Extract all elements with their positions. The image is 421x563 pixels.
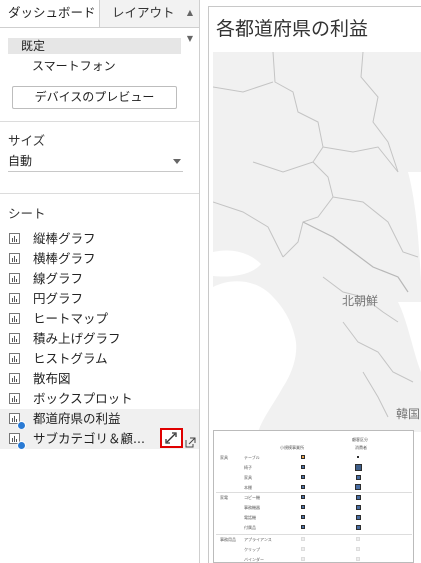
table-group-label: 家電 bbox=[220, 495, 228, 500]
sheet-item-stacked[interactable]: 積み上げグラフ bbox=[0, 329, 199, 349]
table-row-label: テーブル bbox=[244, 455, 260, 460]
table-col2-subheader: 消費者 bbox=[355, 445, 367, 450]
sheet-item-label: 散布図 bbox=[33, 371, 71, 386]
tab-scroll-icon[interactable]: ▲ ▼ bbox=[187, 0, 193, 52]
sheet-item-label: ヒストグラム bbox=[33, 351, 108, 366]
table-row-label: 電話機 bbox=[244, 515, 256, 520]
sheet-item-histogram[interactable]: ヒストグラム bbox=[0, 349, 199, 369]
sheet-item-scatter[interactable]: 散布図 bbox=[0, 369, 199, 389]
table-mark bbox=[301, 485, 305, 489]
table-row-label: 家具 bbox=[244, 475, 252, 480]
table-divider bbox=[216, 492, 412, 493]
sheet-item-label: サブカテゴリ＆顧... bbox=[33, 431, 145, 446]
table-row-label: バインダー bbox=[244, 557, 264, 562]
table-mark bbox=[301, 515, 305, 519]
table-mark bbox=[357, 456, 359, 458]
table-mark bbox=[356, 525, 361, 530]
worksheet-icon bbox=[9, 253, 20, 264]
worksheet-icon bbox=[9, 313, 20, 324]
table-mark bbox=[356, 557, 360, 561]
map-graphic bbox=[213, 52, 421, 432]
table-mark bbox=[356, 475, 361, 480]
dashboard-title: 各都道府県の利益 bbox=[216, 18, 369, 40]
table-row-label: 椅子 bbox=[244, 465, 252, 470]
device-phone[interactable]: スマートフォン bbox=[32, 57, 116, 74]
sidebar-tabs: ダッシュボード レイアウト ▲ ▼ bbox=[0, 0, 199, 43]
table-mark bbox=[301, 455, 305, 459]
worksheet-icon bbox=[9, 293, 20, 304]
worksheet-icon bbox=[9, 373, 20, 384]
sheet-item-vertical-bar[interactable]: 縦棒グラフ bbox=[0, 229, 199, 249]
table-mark bbox=[301, 557, 305, 561]
table-divider bbox=[216, 534, 412, 535]
map-view[interactable]: 北朝鮮 韓国 bbox=[213, 52, 421, 432]
table-mark bbox=[356, 505, 361, 510]
map-label-north-korea: 北朝鮮 bbox=[342, 294, 379, 308]
worksheet-icon bbox=[9, 333, 20, 344]
table-row-label: コピー機 bbox=[244, 495, 260, 500]
divider bbox=[0, 193, 199, 194]
table-row-label: アプライアンス bbox=[244, 537, 272, 542]
table-mark bbox=[301, 537, 305, 541]
table-row-label: クリップ bbox=[244, 547, 260, 552]
dashboard-sidebar: ダッシュボード レイアウト ▲ ▼ 既定 スマートフォン デバイスのプレビュー サ… bbox=[0, 0, 200, 563]
sheet-item-line[interactable]: 線グラフ bbox=[0, 269, 199, 289]
swap-sheets-button[interactable] bbox=[160, 428, 183, 448]
sheet-item-pie[interactable]: 円グラフ bbox=[0, 289, 199, 309]
map-label-korea: 韓国 bbox=[396, 407, 421, 421]
table-mark bbox=[356, 537, 360, 541]
table-mark bbox=[301, 465, 305, 469]
chevron-down-icon bbox=[173, 159, 181, 164]
sheet-item-label: 横棒グラフ bbox=[33, 251, 96, 266]
table-mark bbox=[301, 547, 305, 551]
sheet-item-label: 縦棒グラフ bbox=[33, 231, 96, 246]
sheet-item-label: 都道府県の利益 bbox=[33, 411, 121, 426]
sheet-item-horizontal-bar[interactable]: 横棒グラフ bbox=[0, 249, 199, 269]
size-heading: サイズ bbox=[8, 133, 46, 148]
sheet-item-label: ボックスプロット bbox=[33, 391, 133, 406]
sheets-heading: シート bbox=[8, 206, 46, 221]
table-mark bbox=[301, 495, 305, 499]
table-mark bbox=[301, 475, 305, 479]
sheet-list: 縦棒グラフ 横棒グラフ 線グラフ 円グラフ ヒートマップ 積み上げグラフ ヒスト… bbox=[0, 229, 199, 450]
worksheet-icon bbox=[9, 353, 20, 364]
table-row-label: 本棚 bbox=[244, 485, 252, 490]
table-mark bbox=[356, 515, 361, 520]
table-mark bbox=[356, 495, 361, 500]
swap-arrows-icon bbox=[165, 432, 177, 444]
table-mark bbox=[355, 464, 362, 471]
subcategory-table[interactable]: 顧客区分 小規模事業所 消費者 家具 テーブル 椅子 家具 本棚 家電 コピー機… bbox=[213, 430, 414, 563]
tab-layout-label: レイアウト bbox=[112, 5, 175, 20]
table-group-label: 家具 bbox=[220, 455, 228, 460]
in-use-check-icon bbox=[17, 441, 26, 450]
worksheet-icon bbox=[9, 273, 20, 284]
sheet-item-heatmap[interactable]: ヒートマップ bbox=[0, 309, 199, 329]
table-mark bbox=[301, 505, 305, 509]
table-mark bbox=[301, 525, 305, 529]
table-mark bbox=[355, 484, 361, 490]
table-mark bbox=[356, 547, 360, 551]
table-row-label: 付属品 bbox=[244, 525, 256, 530]
sheet-item-label: 円グラフ bbox=[33, 291, 84, 306]
sheet-item-label: 線グラフ bbox=[33, 271, 84, 286]
worksheet-icon bbox=[9, 393, 20, 404]
size-select[interactable]: 自動 bbox=[8, 151, 183, 172]
sheet-item-label: 積み上げグラフ bbox=[33, 331, 121, 346]
sheet-item-prefecture-profit[interactable]: 都道府県の利益 bbox=[0, 409, 199, 430]
table-col1-header: 小規模事業所 bbox=[280, 445, 304, 450]
device-default[interactable]: 既定 bbox=[8, 38, 181, 54]
sheet-item-boxplot[interactable]: ボックスプロット bbox=[0, 389, 199, 409]
sheet-item-label: ヒートマップ bbox=[33, 311, 109, 326]
device-preview-button[interactable]: デバイスのプレビュー bbox=[12, 86, 177, 109]
divider bbox=[0, 121, 199, 122]
size-select-value: 自動 bbox=[8, 154, 33, 168]
open-external-icon[interactable] bbox=[185, 433, 196, 448]
table-group-label: 事務用品 bbox=[220, 537, 236, 542]
tab-dashboard[interactable]: ダッシュボード bbox=[0, 0, 100, 27]
worksheet-icon bbox=[9, 233, 20, 244]
table-col2-header: 顧客区分 bbox=[352, 437, 368, 442]
tab-layout[interactable]: レイアウト ▲ ▼ bbox=[100, 0, 199, 43]
table-row-label: 事務機器 bbox=[244, 505, 260, 510]
